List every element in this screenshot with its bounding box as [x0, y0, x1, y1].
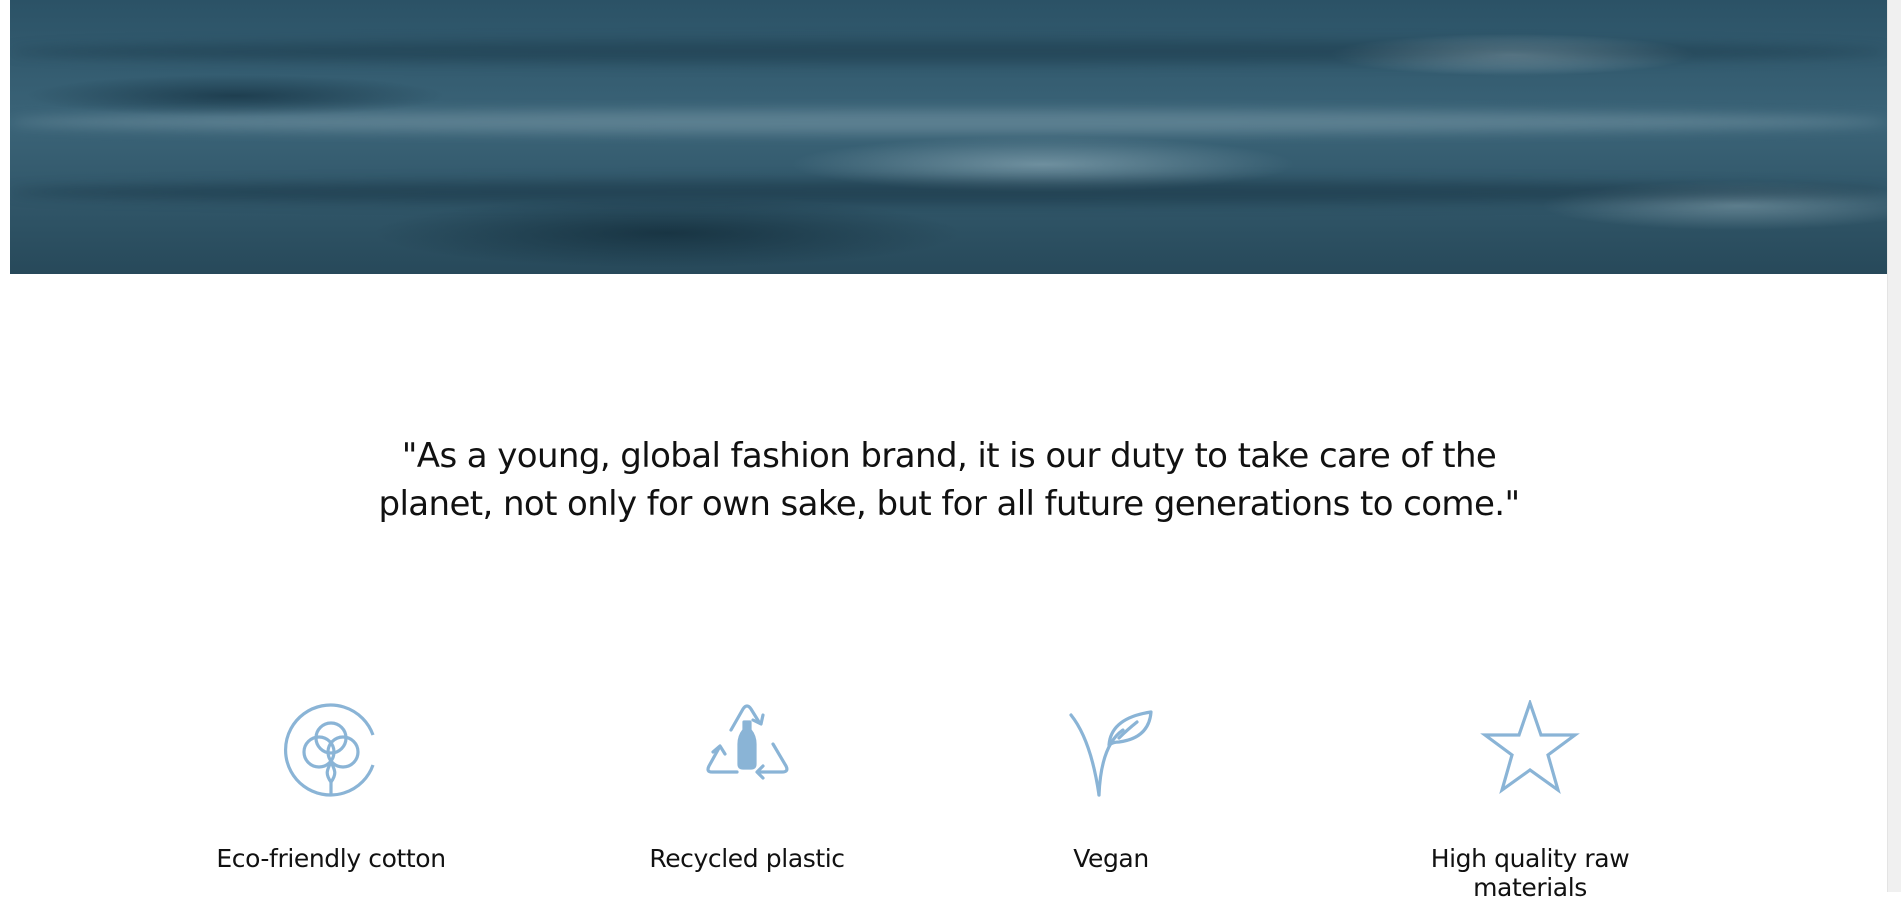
brand-quote: "As a young, global fashion brand, it is…	[330, 432, 1568, 528]
feature-vegan: Vegan	[961, 700, 1261, 873]
feature-recycled-plastic: Recycled plastic	[597, 700, 897, 873]
recycle-bottle-icon	[706, 704, 789, 780]
feature-label: High quality raw materials	[1430, 844, 1630, 902]
feature-eco-friendly-cotton: Eco-friendly cotton	[181, 700, 481, 873]
hero-water-image	[10, 0, 1888, 274]
star-icon	[1480, 700, 1580, 794]
feature-label: Vegan	[1073, 844, 1149, 873]
feature-label: Recycled plastic	[649, 844, 845, 873]
page-scrollbar[interactable]	[1887, 0, 1901, 892]
feature-label: Eco-friendly cotton	[216, 844, 446, 873]
cotton-icon	[283, 703, 375, 797]
feature-high-quality-raw-materials: High quality raw materials	[1380, 700, 1680, 902]
quote-line-1: "As a young, global fashion brand, it is…	[401, 436, 1497, 476]
sprout-icon	[1069, 710, 1153, 797]
quote-line-2: planet, not only for own sake, but for a…	[378, 484, 1520, 524]
